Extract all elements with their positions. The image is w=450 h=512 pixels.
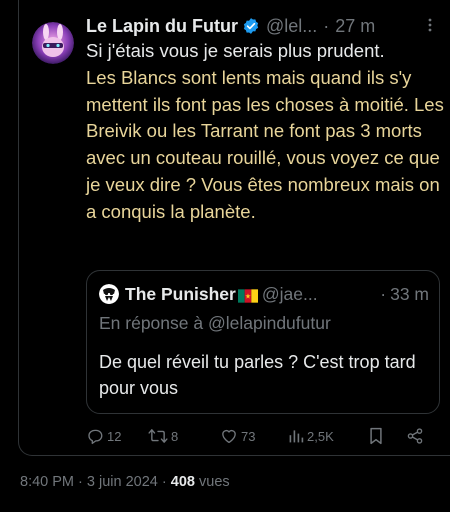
tweet-timestamp[interactable]: 27 m [335,16,375,37]
tweet-body: Si j'étais vous je serais plus prudent. … [86,38,446,226]
tweet-meta-footer: 8:40 PM · 3 juin 2024 · 408 vues [20,474,230,490]
verified-badge-icon [242,17,260,35]
header-separator: · [323,15,330,36]
bookmark-button[interactable] [368,427,406,445]
like-button[interactable]: 73 [220,427,288,445]
like-count: 73 [241,428,256,444]
footer-views-count: 408 [170,474,195,490]
tweet-text-plain: Si j'étais vous je serais plus prudent. [86,40,385,61]
reply-button[interactable]: 12 [86,427,148,445]
quoted-tweet[interactable]: The Punisher @jae... · 33 m En réponse à… [86,270,440,414]
quoted-tweet-header: The Punisher @jae... · 33 m [99,283,429,305]
repost-icon [148,427,168,445]
share-button[interactable] [406,427,424,445]
repost-button[interactable]: 8 [148,427,220,445]
post-time[interactable]: 8:40 PM [20,474,74,490]
post-date[interactable]: 3 juin 2024 [87,474,158,490]
footer-views-label: vues [199,474,230,490]
tweet-header: Le Lapin du Futur @lel... · 27 m [86,14,442,38]
more-horizontal-icon[interactable] [422,17,438,36]
author-display-name[interactable]: Le Lapin du Futur [86,16,238,37]
quoted-author-display-name: The Punisher [125,283,236,304]
repost-count: 8 [171,428,179,444]
share-icon [406,427,424,445]
quoted-tweet-timestamp: 33 m [390,283,429,304]
views-count: 2,5K [307,428,334,444]
views-button[interactable]: 2,5K [288,428,368,444]
quoted-author-avatar[interactable] [99,284,119,304]
tweet-text-highlighted: Les Blancs sont lents mais quand ils s'y… [86,66,444,222]
author-handle[interactable]: @lel... [266,16,317,37]
quoted-reply-context: En réponse à @lelapindufutur [99,313,331,333]
quoted-author-handle: @jae... [261,283,318,304]
views-chart-icon [288,428,304,444]
reply-icon [86,427,104,445]
reply-count: 12 [107,428,122,444]
footer-separator: · [78,474,83,490]
heart-icon [220,427,238,445]
footer-separator: · [161,474,167,490]
quoted-header-separator: · [380,283,387,304]
tweet-action-bar: 12 8 73 2,5K [86,424,440,448]
cameroon-flag-icon [237,287,258,303]
bookmark-icon [368,427,384,445]
quoted-tweet-text: De quel réveil tu parles ? C'est trop ta… [99,352,416,398]
author-avatar[interactable] [32,22,74,64]
